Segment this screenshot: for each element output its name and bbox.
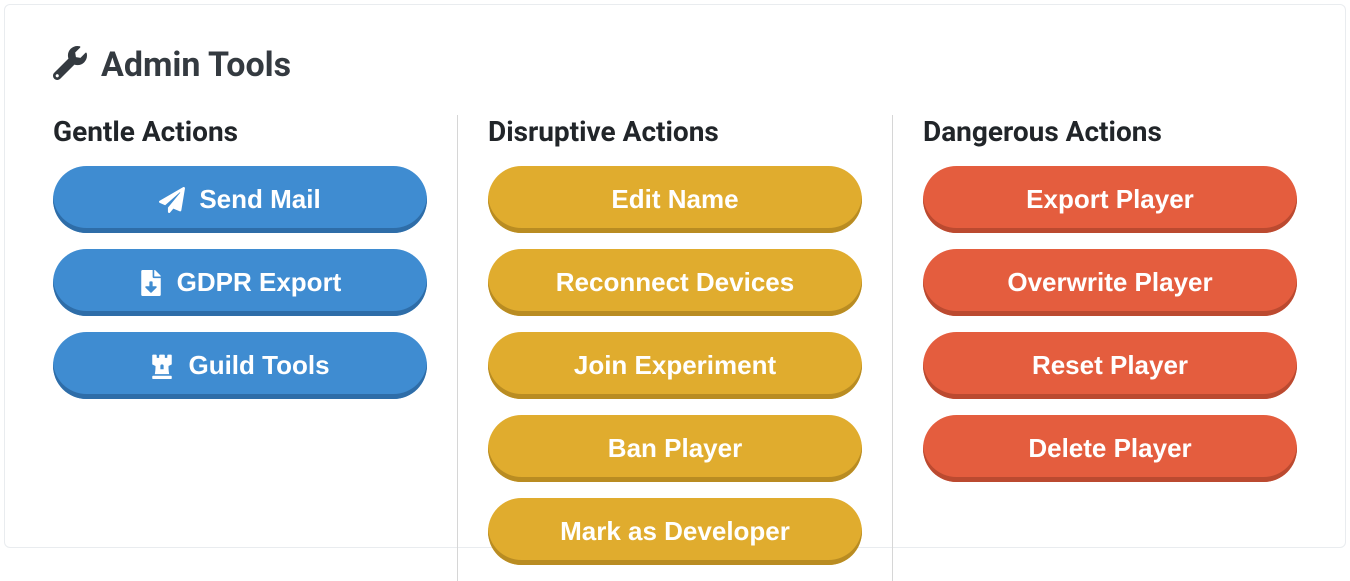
columns: Gentle Actions Send Mail GDPR Export — [53, 115, 1297, 581]
disruptive-actions-column: Disruptive Actions Edit Name Reconnect D… — [457, 115, 892, 581]
export-player-button[interactable]: Export Player — [923, 166, 1297, 233]
mark-developer-button[interactable]: Mark as Developer — [488, 498, 862, 565]
admin-tools-card: Admin Tools Gentle Actions Send Mail — [4, 4, 1346, 548]
chess-rook-icon — [150, 353, 174, 379]
gdpr-export-button[interactable]: GDPR Export — [53, 249, 427, 316]
gentle-actions-title: Gentle Actions — [53, 115, 427, 148]
gentle-actions-column: Gentle Actions Send Mail GDPR Export — [53, 115, 457, 581]
button-label: Send Mail — [199, 184, 320, 215]
wrench-icon — [53, 46, 87, 84]
button-label: Reset Player — [1032, 350, 1188, 381]
header: Admin Tools — [53, 45, 1297, 85]
button-label: Delete Player — [1028, 433, 1191, 464]
button-label: Reconnect Devices — [556, 267, 794, 298]
button-label: Guild Tools — [188, 350, 329, 381]
page-title: Admin Tools — [101, 45, 291, 85]
join-experiment-button[interactable]: Join Experiment — [488, 332, 862, 399]
button-label: Edit Name — [611, 184, 738, 215]
disruptive-actions-title: Disruptive Actions — [488, 115, 862, 148]
file-download-icon — [139, 270, 163, 296]
button-label: Export Player — [1026, 184, 1194, 215]
button-label: Ban Player — [608, 433, 742, 464]
button-label: Join Experiment — [574, 350, 776, 381]
send-mail-button[interactable]: Send Mail — [53, 166, 427, 233]
delete-player-button[interactable]: Delete Player — [923, 415, 1297, 482]
reconnect-devices-button[interactable]: Reconnect Devices — [488, 249, 862, 316]
paper-plane-icon — [159, 187, 185, 213]
guild-tools-button[interactable]: Guild Tools — [53, 332, 427, 399]
reset-player-button[interactable]: Reset Player — [923, 332, 1297, 399]
button-label: Overwrite Player — [1007, 267, 1212, 298]
overwrite-player-button[interactable]: Overwrite Player — [923, 249, 1297, 316]
button-label: Mark as Developer — [560, 516, 790, 547]
edit-name-button[interactable]: Edit Name — [488, 166, 862, 233]
button-label: GDPR Export — [177, 267, 342, 298]
ban-player-button[interactable]: Ban Player — [488, 415, 862, 482]
dangerous-actions-column: Dangerous Actions Export Player Overwrit… — [892, 115, 1297, 581]
dangerous-actions-title: Dangerous Actions — [923, 115, 1297, 148]
